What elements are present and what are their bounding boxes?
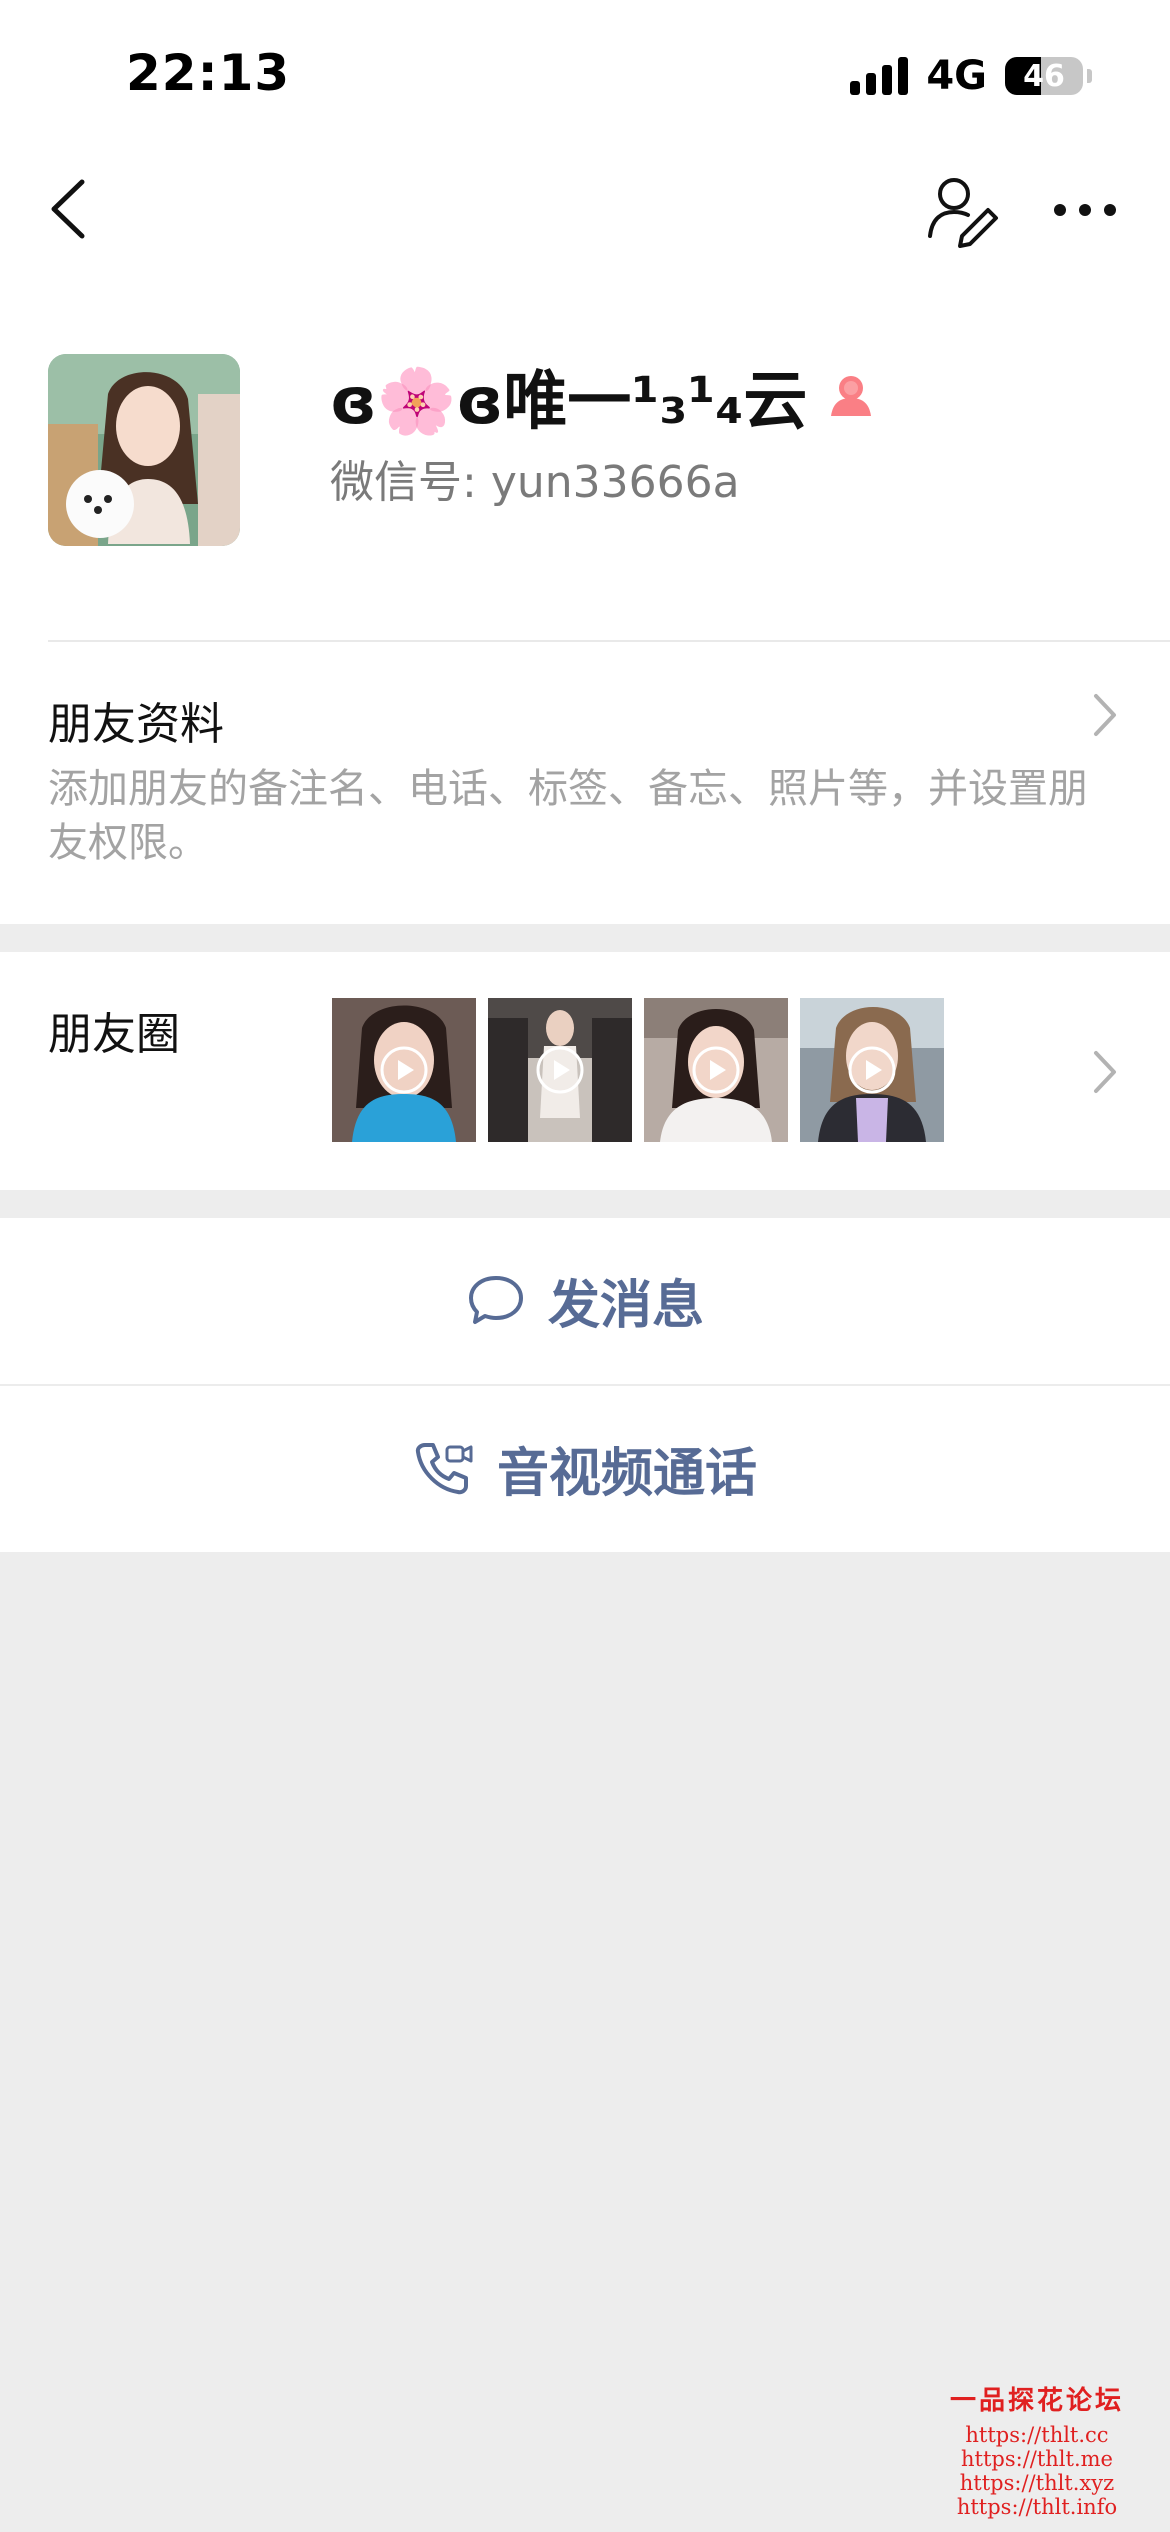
chevron-right-icon xyxy=(1094,1051,1116,1093)
send-message-label: 发消息 xyxy=(547,1275,704,1336)
nickname-row: ɞ🌸ɞ唯一¹₃¹₄云 xyxy=(330,350,877,442)
more-dots-icon[interactable] xyxy=(1050,180,1120,240)
network-type: 4G xyxy=(926,53,987,99)
moment-thumbnail[interactable] xyxy=(800,998,944,1142)
status-time: 22:13 xyxy=(126,44,291,102)
moments-thumbnails xyxy=(332,998,944,1142)
signal-icon xyxy=(850,57,909,95)
female-icon xyxy=(831,376,872,416)
battery-icon: 46 xyxy=(1005,57,1083,95)
moments-label: 朋友圈 xyxy=(48,1009,180,1060)
nav-bar xyxy=(0,150,1170,270)
chevron-left-icon[interactable] xyxy=(40,174,100,244)
friend-info-description: 添加朋友的备注名、电话、标签、备忘、照片等，并设置朋友权限。 xyxy=(48,766,1088,866)
moments-row[interactable]: 朋友圈 xyxy=(0,952,1170,1190)
edit-contact-icon[interactable] xyxy=(924,172,1000,248)
wechat-id: yun33666a xyxy=(490,457,740,508)
battery-cap xyxy=(1087,69,1092,83)
moment-thumbnail[interactable] xyxy=(332,998,476,1142)
video-call-label: 音视频通话 xyxy=(496,1443,757,1504)
watermark-title: 一品探花论坛 xyxy=(949,2386,1124,2416)
battery-level: 46 xyxy=(1023,58,1065,94)
video-call-button[interactable]: 音视频通话 xyxy=(0,1386,1170,1550)
watermark: 一品探花论坛 https://thlt.cc https://thlt.me h… xyxy=(950,2380,1124,2519)
moment-thumbnail[interactable] xyxy=(488,998,632,1142)
wechat-id-row: 微信号: yun33666a xyxy=(330,446,740,510)
watermark-link: https://thlt.cc xyxy=(965,2423,1109,2447)
watermark-link: https://thlt.info xyxy=(956,2495,1118,2519)
watermark-link: https://thlt.me xyxy=(961,2447,1113,2471)
actions-section: 发消息 音视频通话 xyxy=(0,1218,1170,1552)
status-indicators: 4G 46 xyxy=(850,53,1092,99)
wechat-id-label: 微信号: xyxy=(330,457,491,508)
nickname: ɞ🌸ɞ唯一¹₃¹₄云 xyxy=(330,365,808,439)
moment-thumbnail[interactable] xyxy=(644,998,788,1142)
chat-bubble-icon xyxy=(468,1276,523,1324)
chevron-right-icon xyxy=(1094,694,1116,736)
avatar[interactable] xyxy=(48,354,240,546)
friend-info-row[interactable]: 朋友资料 添加朋友的备注名、电话、标签、备忘、照片等，并设置朋友权限。 xyxy=(0,642,1170,924)
send-message-button[interactable]: 发消息 xyxy=(0,1218,1170,1382)
status-bar: 22:13 4G 46 xyxy=(0,0,1170,150)
phone-video-icon xyxy=(415,1443,473,1495)
profile-header: ɞ🌸ɞ唯一¹₃¹₄云 微信号: yun33666a xyxy=(0,270,1170,642)
friend-info-title: 朋友资料 xyxy=(48,699,224,750)
watermark-link: https://thlt.xyz xyxy=(959,2471,1115,2495)
